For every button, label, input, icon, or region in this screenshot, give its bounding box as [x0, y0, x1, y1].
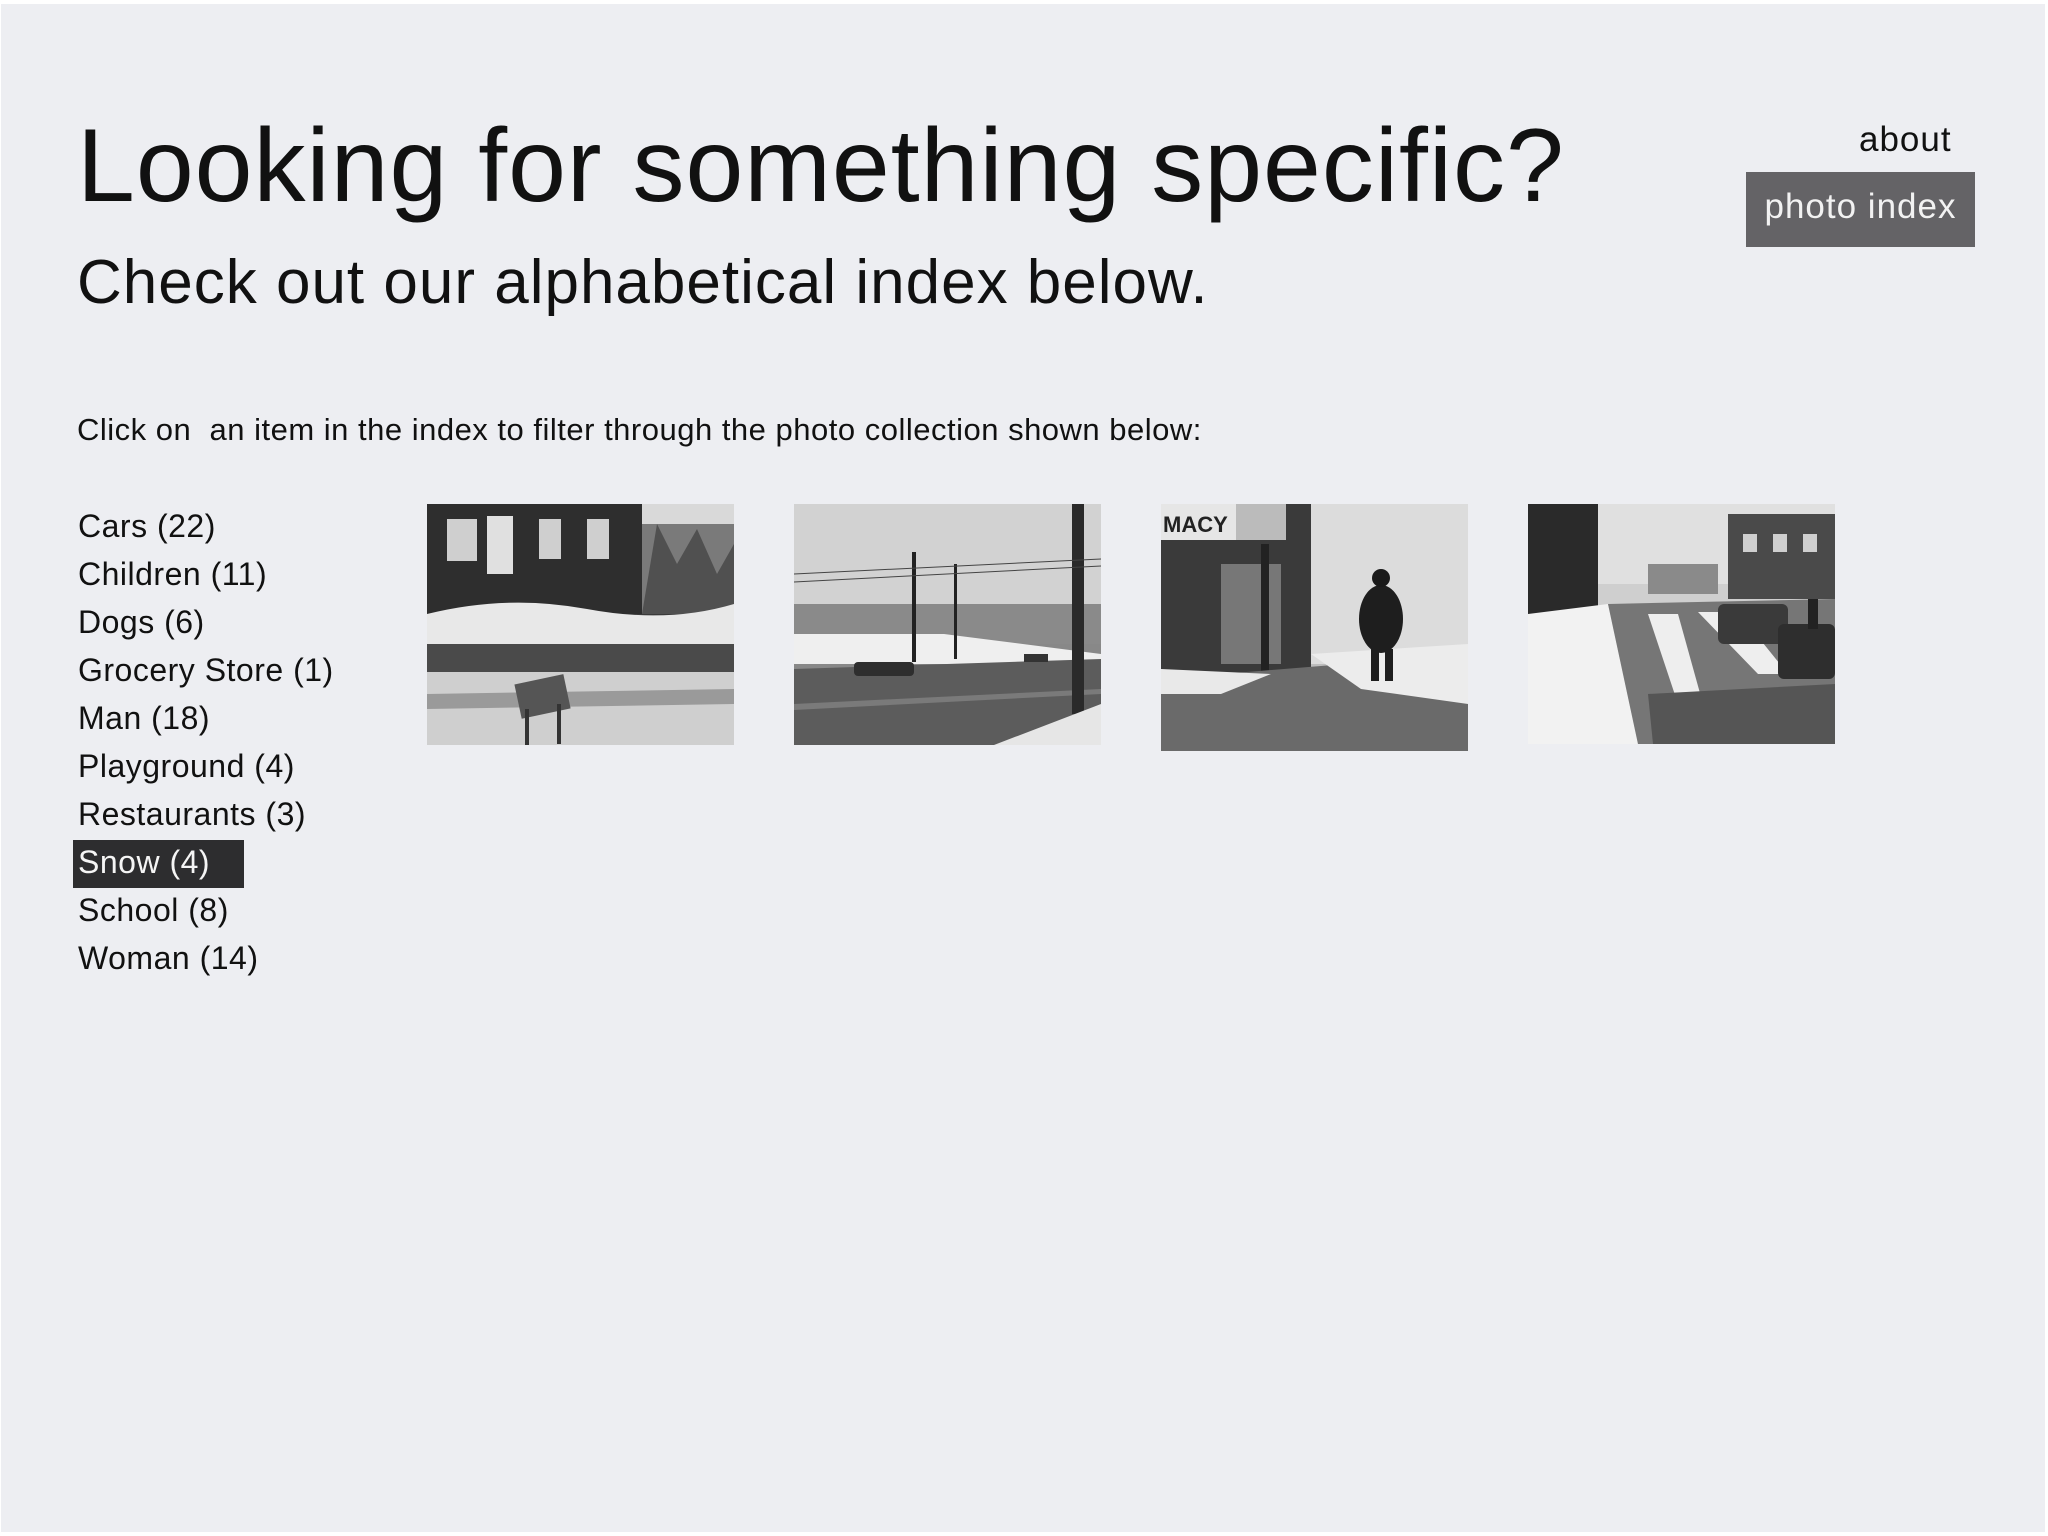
- photo-thumbnail[interactable]: [794, 504, 1101, 745]
- index-item-snow[interactable]: Snow (4): [73, 840, 244, 888]
- photo-thumbnail[interactable]: [1528, 504, 1835, 744]
- photo-thumbnail[interactable]: [427, 504, 734, 745]
- index-item-woman[interactable]: Woman (14): [73, 936, 258, 984]
- index-item-man[interactable]: Man (18): [73, 696, 244, 744]
- index-item-school[interactable]: School (8): [73, 888, 244, 936]
- page-title: Looking for something specific?: [77, 108, 1565, 224]
- index-item-dogs[interactable]: Dogs (6): [73, 600, 244, 648]
- filter-instruction: Click on an item in the index to filter …: [77, 412, 1202, 447]
- pharmacy-sign-text: MACY: [1163, 512, 1228, 537]
- page-background: Looking for something specific? Check ou…: [1, 4, 2045, 1532]
- nav-photo-index-link[interactable]: photo index: [1746, 172, 1975, 247]
- index-item-children[interactable]: Children (11): [73, 552, 267, 600]
- index-item-cars[interactable]: Cars (22): [73, 504, 244, 552]
- pharmacy-corner-photo: MACY: [1161, 504, 1468, 751]
- photo-thumbnail[interactable]: MACY: [1161, 504, 1468, 751]
- snowy-house-photo: [427, 504, 734, 745]
- page-subtitle: Check out our alphabetical index below.: [77, 248, 1209, 317]
- index-item-restaurants[interactable]: Restaurants (3): [73, 792, 306, 840]
- nav-about-link[interactable]: about: [1859, 120, 1952, 160]
- index-item-playground[interactable]: Playground (4): [73, 744, 294, 792]
- index-item-grocery-store[interactable]: Grocery Store (1): [73, 648, 333, 696]
- alphabetical-index: Cars (22) Children (11) Dogs (6) Grocery…: [73, 504, 333, 984]
- snowy-street-photo: [794, 504, 1101, 745]
- residential-street-photo: [1528, 504, 1835, 744]
